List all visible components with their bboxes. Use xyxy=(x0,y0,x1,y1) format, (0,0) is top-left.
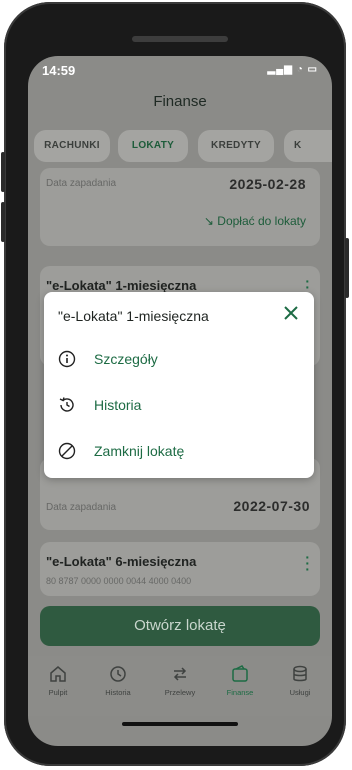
menu-item-label: Historia xyxy=(94,397,142,413)
volume-button xyxy=(1,152,5,192)
tab-kredyty[interactable]: KREDYTY xyxy=(198,130,274,162)
home-icon xyxy=(50,666,66,682)
top-up-link[interactable]: ↘ Dopłać do lokaty xyxy=(204,212,306,230)
phone-frame: 14:59 ▂▄▆ ◔ ▭ Finanse RACHUNKI LOKATY KR… xyxy=(1,2,349,766)
arrow-down-right-icon: ↘ xyxy=(203,214,218,228)
bottom-nav: Pulpit Historia Przelewy Finanse Usługi xyxy=(28,656,332,716)
wallet-icon xyxy=(232,665,248,682)
maturity-label: Data zapadania xyxy=(46,502,117,513)
modal-title: "e-Lokata" 1-miesięczna xyxy=(58,308,209,324)
tab-more[interactable]: K xyxy=(284,130,332,162)
deposit-card-1[interactable]: Data zapadania 2025-02-28 ↘ Dopłać do lo… xyxy=(40,168,320,246)
history-icon xyxy=(110,666,126,682)
maturity-date: 2025-02-28 xyxy=(229,176,306,192)
nav-label: Finanse xyxy=(226,688,254,697)
status-time: 14:59 xyxy=(42,63,76,78)
menu-item-history[interactable]: Historia xyxy=(58,390,298,420)
page-title: Finanse xyxy=(153,93,207,110)
nav-label: Pulpit xyxy=(48,688,68,697)
maturity-date: 2022-07-30 xyxy=(233,498,310,514)
nav-historia[interactable]: Historia xyxy=(88,664,148,697)
tab-rachunki[interactable]: RACHUNKI xyxy=(34,130,110,162)
nav-label: Historia xyxy=(105,688,131,697)
status-bar: 14:59 ▂▄▆ ◔ ▭ xyxy=(28,56,332,82)
more-vertical-icon[interactable]: ··· xyxy=(305,550,310,576)
nav-przelewy[interactable]: Przelewy xyxy=(150,664,210,697)
speaker-grille xyxy=(132,36,228,42)
tab-lokaty[interactable]: LOKATY xyxy=(118,130,188,162)
account-number: 80 8787 0000 0000 0044 4000 0400 xyxy=(46,576,192,586)
menu-item-label: Szczegóły xyxy=(94,351,158,367)
menu-item-close-deposit[interactable]: Zamknij lokatę xyxy=(58,436,298,466)
nav-label: Przelewy xyxy=(164,688,196,697)
deposit-title: "e-Lokata" 1-miesięczna xyxy=(46,278,197,293)
tab-bar: RACHUNKI LOKATY KREDYTY K xyxy=(28,130,332,166)
volume-button-2 xyxy=(1,202,5,242)
maturity-label: Data zapadania xyxy=(46,178,117,189)
power-button xyxy=(345,238,349,298)
nav-uslugi[interactable]: Usługi xyxy=(270,664,330,697)
nav-finanse[interactable]: Finanse xyxy=(210,664,270,697)
menu-item-label: Zamknij lokatę xyxy=(94,443,185,459)
open-deposit-button[interactable]: Otwórz lokatę xyxy=(40,606,320,646)
close-circle-icon xyxy=(58,442,76,460)
nav-label: Usługi xyxy=(289,688,311,697)
info-icon xyxy=(58,350,76,368)
top-up-label: Dopłać do lokaty xyxy=(217,214,306,228)
home-indicator[interactable] xyxy=(122,722,238,726)
status-icons: ▂▄▆ ◔ ▭ xyxy=(267,64,318,75)
transfer-icon xyxy=(173,667,187,681)
deposit-actions-modal: "e-Lokata" 1-miesięczna Szczegóły Histor… xyxy=(44,292,314,478)
close-icon[interactable] xyxy=(282,304,300,322)
history-icon xyxy=(59,397,74,412)
deposit-card-4[interactable]: "e-Lokata" 6-miesięczna · · · 80 8787 0000… xyxy=(40,542,320,596)
database-icon xyxy=(293,665,307,682)
deposit-title: "e-Lokata" 6-miesięczna xyxy=(46,554,197,569)
nav-pulpit[interactable]: Pulpit xyxy=(28,664,88,697)
menu-item-details[interactable]: Szczegóły xyxy=(58,344,298,374)
app-screen: 14:59 ▂▄▆ ◔ ▭ Finanse RACHUNKI LOKATY KR… xyxy=(28,56,332,746)
